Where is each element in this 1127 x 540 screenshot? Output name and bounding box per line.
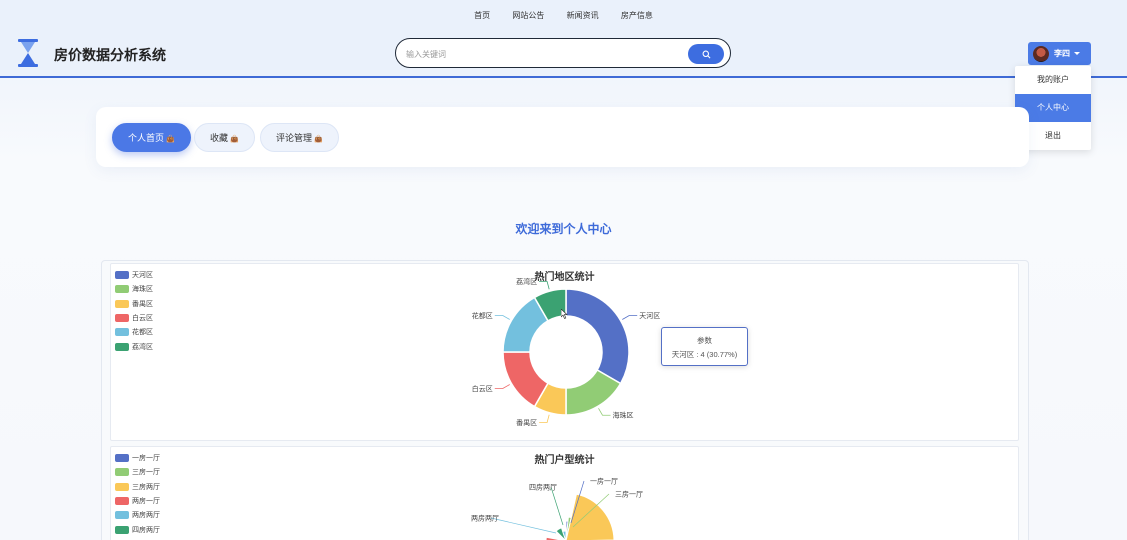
user-menu-button[interactable]: 李四 bbox=[1028, 42, 1091, 65]
nav-news[interactable]: 新闻资讯 bbox=[567, 10, 599, 21]
slice-label-line bbox=[550, 486, 564, 526]
tooltip-title: 参数 bbox=[697, 336, 712, 345]
slice-label: 花都区 bbox=[472, 311, 493, 320]
slice-label: 三房一厅 bbox=[615, 490, 643, 499]
tab-label: 收藏 bbox=[210, 133, 229, 143]
tab-card: 个人首页 👜 收藏 👜 评论管理 👜 bbox=[96, 107, 1029, 167]
slice-label: 一房一厅 bbox=[590, 477, 618, 486]
slice-label-line bbox=[598, 408, 611, 416]
slice-label: 白云区 bbox=[472, 384, 493, 393]
top-nav: 首页 网站公告 新闻资讯 房产信息 bbox=[0, 10, 1127, 21]
nav-property-info[interactable]: 房产信息 bbox=[621, 10, 653, 21]
slice-label: 荔湾区 bbox=[516, 277, 537, 286]
welcome-heading: 欢迎来到个人中心 bbox=[515, 222, 612, 236]
tab-favorites[interactable]: 收藏 👜 bbox=[194, 123, 255, 152]
search-input[interactable] bbox=[406, 46, 676, 62]
search-icon bbox=[702, 50, 710, 58]
slice-label-line bbox=[490, 517, 557, 534]
tab-personal-home[interactable]: 个人首页 👜 bbox=[112, 123, 191, 152]
page: 首页 网站公告 新闻资讯 房产信息 房价数据分析系统 李四 bbox=[0, 0, 1127, 540]
layout-pie-svg: 四房两厅 一房一厅三房一厅两房两厅 bbox=[471, 477, 643, 540]
menu-item-my-account[interactable]: 我的账户 bbox=[1015, 66, 1091, 94]
bag-icon: 👜 bbox=[314, 136, 323, 143]
slice-label: 两房两厅 bbox=[471, 514, 499, 523]
slice-label-line bbox=[494, 315, 510, 320]
header: 首页 网站公告 新闻资讯 房产信息 房价数据分析系统 李四 bbox=[0, 0, 1127, 78]
hourglass-logo-icon bbox=[18, 39, 38, 67]
avatar bbox=[1033, 45, 1049, 62]
slice-label-line bbox=[622, 315, 638, 320]
tooltip-body: 天河区 : 4 (30.77%) bbox=[671, 350, 738, 359]
mouse-pointer-icon bbox=[561, 309, 568, 319]
chart-tooltip: 参数 天河区 : 4 (30.77%) bbox=[661, 327, 748, 366]
chevron-down-icon bbox=[1074, 52, 1080, 55]
slice-label-line bbox=[539, 281, 550, 290]
tab-label: 个人首页 bbox=[128, 133, 165, 143]
bag-icon: 👜 bbox=[166, 136, 175, 143]
tab-label: 评论管理 bbox=[276, 133, 313, 143]
bag-icon: 👜 bbox=[230, 136, 239, 143]
tab-comment-management[interactable]: 评论管理 👜 bbox=[260, 123, 339, 152]
slice-label: 天河区 bbox=[639, 312, 660, 320]
slice-label: 海珠区 bbox=[613, 411, 634, 420]
nav-home[interactable]: 首页 bbox=[474, 10, 490, 21]
slice-label-line bbox=[494, 384, 510, 389]
slice-label: 番禺区 bbox=[516, 419, 537, 427]
slice-label: 四房两厅 bbox=[529, 483, 557, 492]
region-donut-svg: 天河区海珠区番禺区 白云区 花都区 荔湾区 bbox=[472, 277, 660, 427]
app-title: 房价数据分析系统 bbox=[54, 47, 166, 63]
layout-pie-chart: 一房一厅 三房一厅 三房两厅 两房一厅 两房两厅 四房两厅 热门户型统计 四房两厅 一房一厅… bbox=[110, 446, 1019, 540]
user-name: 李四 bbox=[1054, 49, 1070, 58]
search-bar bbox=[395, 38, 731, 68]
search-button[interactable] bbox=[688, 44, 724, 64]
nav-announcements[interactable]: 网站公告 bbox=[512, 10, 544, 21]
slice-label-line bbox=[539, 414, 550, 423]
region-donut-chart: 天河区 海珠区 番禺区 白云区 花都区 荔湾区 热门地区统计 天河区 海珠区 番禺区 白云区 花都… bbox=[110, 263, 1019, 441]
